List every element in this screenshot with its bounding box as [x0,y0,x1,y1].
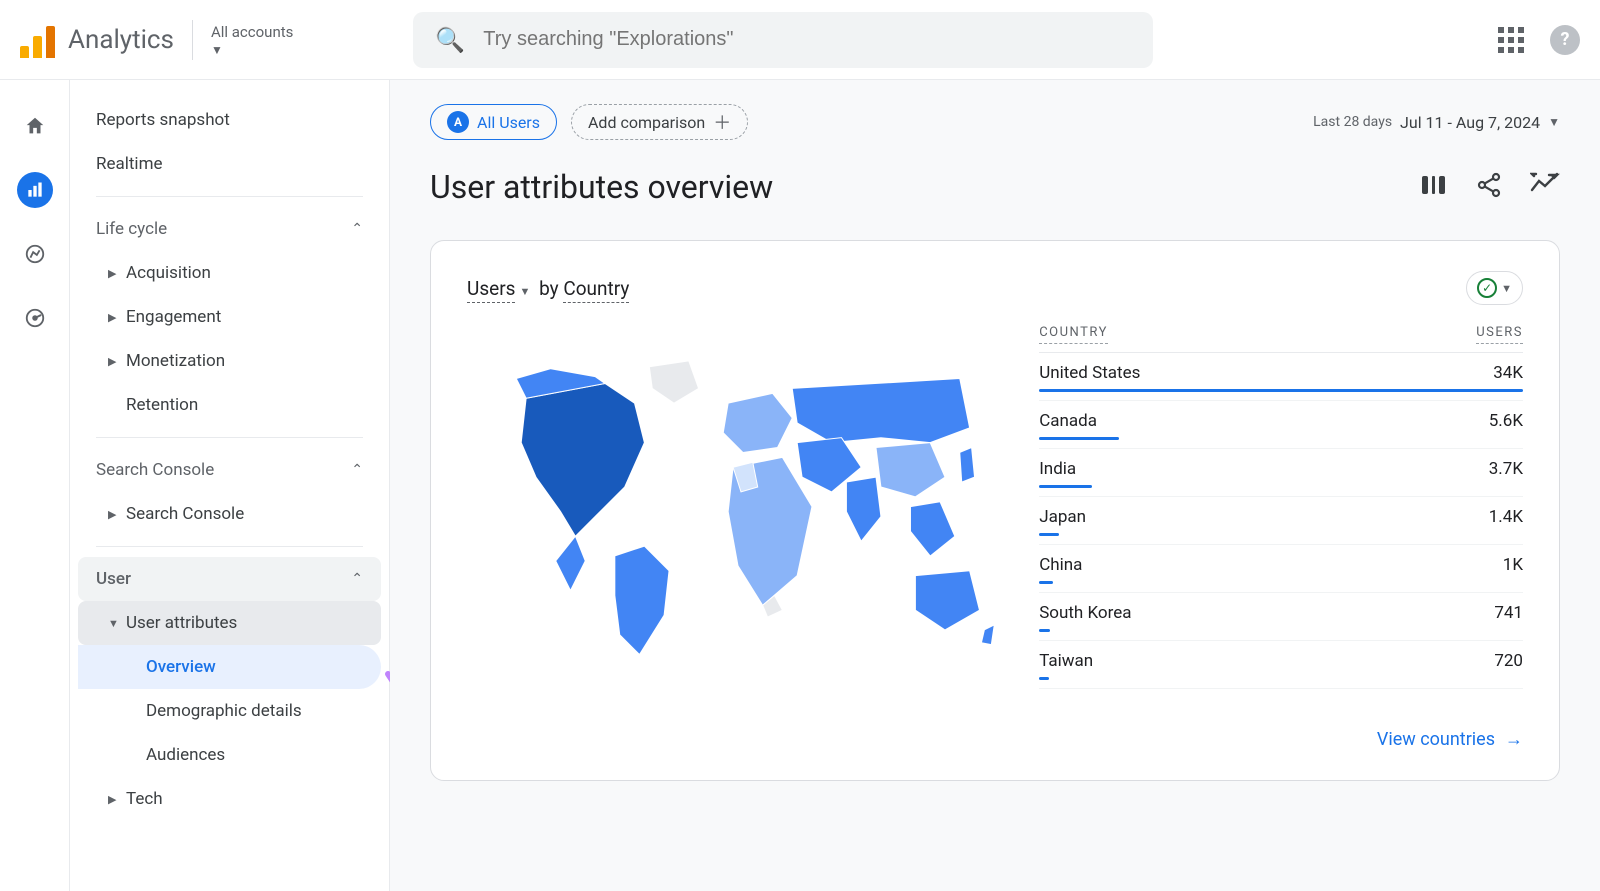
user-count: 5.6K [1489,411,1523,431]
user-count: 1K [1503,555,1523,575]
advertising-icon[interactable] [17,300,53,336]
chevron-down-icon: ▼ [1548,115,1560,129]
bar-indicator [1039,533,1059,536]
home-icon[interactable] [17,108,53,144]
country-name: South Korea [1039,603,1131,623]
chevron-down-icon: ▼ [519,285,530,298]
chevron-down-icon: ▼ [1501,282,1512,295]
view-countries-link[interactable]: View countries → [1377,729,1523,750]
divider [96,437,363,438]
chevron-right-icon: ▶ [108,793,126,806]
segment-chip-all-users[interactable]: A All Users [430,104,557,140]
search-bar[interactable]: 🔍 [413,12,1153,68]
date-range-value: Jul 11 - Aug 7, 2024 [1400,113,1540,132]
account-selector[interactable]: All accounts ▼ [211,23,293,57]
bar-indicator [1039,485,1092,488]
add-comparison-label: Add comparison [588,113,705,132]
search-icon: 🔍 [435,26,465,54]
segment-label: All Users [477,113,540,132]
chevron-right-icon: ▶ [108,311,126,324]
country-name: Japan [1039,507,1086,527]
table-row[interactable]: United States 34K [1039,353,1523,401]
card-metric[interactable]: Users▼ by Country [467,277,629,300]
nav-search-console[interactable]: ▶ Search Console [78,492,381,536]
user-count: 741 [1494,603,1523,623]
section-search-console[interactable]: Search Console ⌃ [78,448,381,492]
account-label: All accounts [211,23,293,41]
search-input[interactable] [483,28,1131,51]
nav-reports-snapshot[interactable]: Reports snapshot [78,98,381,142]
segment-badge: A [447,111,469,133]
date-range-selector[interactable]: Last 28 days Jul 11 - Aug 7, 2024 ▼ [1313,113,1560,132]
nav-demographic-details[interactable]: Demographic details [78,689,381,733]
bar-indicator [1039,581,1053,584]
ga-logo [20,22,56,58]
divider [96,546,363,547]
bar-indicator [1039,629,1050,632]
section-user[interactable]: User ⌃ [78,557,381,601]
user-count: 3.7K [1489,459,1523,479]
arrow-right-icon: → [1505,729,1523,750]
nav-overview[interactable]: Overview [78,645,381,689]
user-count: 1.4K [1489,507,1523,527]
apps-icon[interactable] [1498,27,1524,53]
table-row[interactable]: India 3.7K [1039,449,1523,497]
nav-engagement[interactable]: ▶Engagement [78,295,381,339]
user-count: 720 [1494,651,1523,671]
customize-icon[interactable] [1420,172,1448,202]
country-name: United States [1039,363,1140,383]
section-lifecycle[interactable]: Life cycle ⌃ [78,207,381,251]
nav-user-attributes[interactable]: ▼ User attributes [78,601,381,645]
chevron-right-icon: ▶ [108,508,126,521]
date-range-label: Last 28 days [1313,114,1392,130]
nav-audiences[interactable]: Audiences [78,733,381,777]
nav-realtime[interactable]: Realtime [78,142,381,186]
chevron-right-icon: ▶ [108,355,126,368]
nav-monetization[interactable]: ▶Monetization [78,339,381,383]
col-country: COUNTRY [1039,325,1108,344]
divider [96,196,363,197]
table-row[interactable]: Canada 5.6K [1039,401,1523,449]
users-by-country-card: Users▼ by Country ✓ ▼ [430,240,1560,781]
user-count: 34K [1493,363,1523,383]
bar-indicator [1039,389,1523,392]
table-row[interactable]: Japan 1.4K [1039,497,1523,545]
chevron-up-icon: ⌃ [351,462,363,478]
nav-acquisition[interactable]: ▶Acquisition [78,251,381,295]
world-map[interactable] [467,325,999,689]
country-name: Taiwan [1039,651,1093,671]
help-icon[interactable]: ? [1550,25,1580,55]
chevron-down-icon: ▼ [108,617,126,630]
table-row[interactable]: South Korea 741 [1039,593,1523,641]
country-table: COUNTRY USERS United States 34K Canada 5.6K… [1039,325,1523,689]
country-name: China [1039,555,1082,575]
col-users: USERS [1476,325,1523,344]
chevron-right-icon: ▶ [108,267,126,280]
chevron-up-icon: ⌃ [351,571,363,587]
table-row[interactable]: China 1K [1039,545,1523,593]
country-name: India [1039,459,1076,479]
check-circle-icon: ✓ [1477,278,1497,298]
chevron-up-icon: ⌃ [351,221,363,237]
add-comparison-chip[interactable]: Add comparison ＋ [571,104,748,140]
plus-icon: ＋ [713,109,731,135]
reports-icon[interactable] [17,172,53,208]
table-row[interactable]: Taiwan 720 [1039,641,1523,689]
divider [192,20,193,60]
share-icon[interactable] [1476,172,1502,202]
bar-indicator [1039,437,1119,440]
chevron-down-icon: ▼ [211,43,293,57]
nav-retention[interactable]: Retention [78,383,381,427]
insights-icon[interactable] [1530,172,1560,202]
nav-tech[interactable]: ▶ Tech [78,777,381,821]
page-title: User attributes overview [430,168,773,206]
explore-icon[interactable] [17,236,53,272]
country-name: Canada [1039,411,1097,431]
product-name: Analytics [68,25,174,55]
status-pill[interactable]: ✓ ▼ [1466,271,1523,305]
bar-indicator [1039,677,1049,680]
